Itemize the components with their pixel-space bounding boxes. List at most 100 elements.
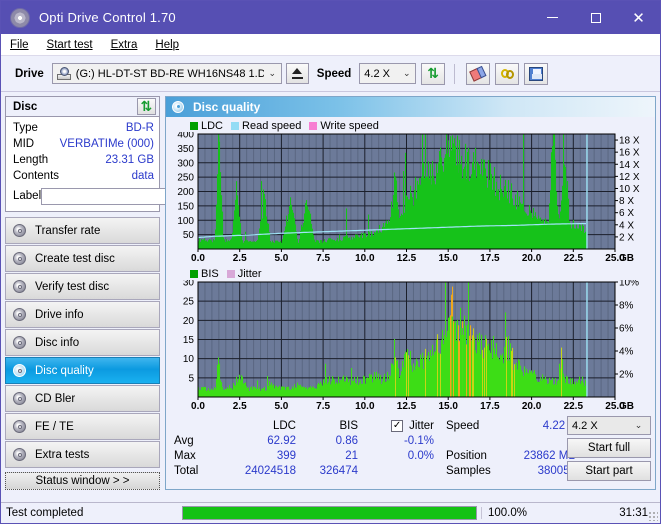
svg-text:0.0: 0.0: [191, 401, 205, 412]
menu-help[interactable]: Help: [155, 39, 179, 51]
speed-select[interactable]: 4.2 X ⌄: [359, 63, 417, 84]
sidebar-item-disc-quality[interactable]: Disc quality: [5, 357, 160, 384]
erase-button[interactable]: [466, 62, 491, 85]
toolbar-divider: [454, 63, 456, 84]
save-button[interactable]: [524, 62, 549, 85]
disc-icon: [12, 447, 28, 462]
svg-text:4 X: 4 X: [619, 220, 634, 231]
sidebar-item-drive-info[interactable]: Drive info: [5, 301, 160, 328]
sidebar-item-extra-tests[interactable]: Extra tests: [5, 441, 160, 468]
svg-text:200: 200: [177, 187, 194, 198]
menu-extra[interactable]: Extra: [111, 39, 138, 51]
speed-select-value: 4.2 X: [364, 67, 390, 80]
sidebar-item-label: Create test disc: [35, 252, 115, 265]
minimize-button[interactable]: [531, 1, 574, 34]
svg-text:16 X: 16 X: [619, 148, 640, 159]
svg-text:17.5: 17.5: [480, 401, 500, 412]
svg-text:150: 150: [177, 201, 194, 212]
resize-grip[interactable]: [648, 511, 658, 521]
main-body: Disc Type BD-R MID VERBATIMe (000) Lengt…: [1, 92, 660, 490]
svg-text:250: 250: [177, 173, 194, 184]
disc-contents-label: Contents: [13, 170, 60, 182]
svg-text:GB: GB: [619, 253, 634, 264]
speed-label: Speed: [316, 67, 352, 80]
svg-text:18 X: 18 X: [619, 136, 640, 147]
stats-max-ldc: 399: [276, 449, 296, 462]
menu-file[interactable]: File: [10, 39, 29, 51]
disc-icon: [12, 391, 28, 406]
progress-bar: [182, 506, 477, 520]
sidebar-item-cd-bler[interactable]: CD Bler: [5, 385, 160, 412]
svg-text:50: 50: [183, 230, 195, 241]
eraser-icon: [469, 65, 488, 82]
sidebar-item-transfer-rate[interactable]: Transfer rate: [5, 217, 160, 244]
action-buttons: 4.2 X ⌄ Start full Start part: [567, 416, 651, 481]
window-controls: ✕: [531, 1, 660, 34]
disc-mid-label: MID: [13, 138, 35, 150]
readout-samples-value: 380050: [537, 464, 576, 477]
stats-avg-bis: 0.86: [335, 434, 358, 447]
sidebar-item-create-test-disc[interactable]: Create test disc: [5, 245, 160, 272]
app-window: Opti Drive Control 1.70 ✕ File Start tes…: [0, 0, 661, 524]
start-part-button[interactable]: Start part: [567, 461, 651, 481]
disc-label-label: Label: [13, 190, 42, 202]
disc-quality-icon: [172, 100, 186, 114]
legend-read-speed: Read speed: [231, 120, 301, 132]
sidebar-item-verify-test-disc[interactable]: Verify test disc: [5, 273, 160, 300]
jitter-checkbox[interactable]: ✓: [391, 419, 404, 432]
stats-row-label: Max: [174, 449, 196, 462]
legend-swatch-write-speed: [309, 121, 318, 130]
sidebar-item-disc-info[interactable]: Disc info: [5, 329, 160, 356]
close-button[interactable]: ✕: [617, 1, 660, 34]
sidebar-item-fe-te[interactable]: FE / TE: [5, 413, 160, 440]
svg-text:6 X: 6 X: [619, 208, 634, 219]
eject-icon: [291, 68, 303, 79]
svg-text:350: 350: [177, 144, 194, 155]
svg-text:8 X: 8 X: [619, 196, 634, 207]
svg-text:25: 25: [183, 297, 195, 308]
sidebar-item-label: CD Bler: [35, 392, 76, 405]
link-icon: [500, 67, 515, 81]
drive-select-value: (G:) HL-DT-ST BD-RE WH16NS48 1.D3: [75, 67, 264, 80]
disc-panel-title: Disc: [13, 100, 38, 113]
readout-speed-label: Speed: [446, 419, 480, 432]
page-title: Disc quality: [193, 100, 261, 114]
disc-icon: [12, 223, 28, 238]
status-window-button[interactable]: Status window > >: [5, 472, 160, 490]
sidebar-item-label: FE / TE: [35, 420, 74, 433]
sidebar-item-label: Disc info: [35, 336, 80, 349]
write-speed-select[interactable]: 4.2 X ⌄: [567, 416, 651, 435]
jitter-toggle[interactable]: ✓ Jitter: [358, 419, 434, 432]
svg-text:22.5: 22.5: [564, 253, 584, 264]
readout-position-label: Position: [446, 449, 487, 462]
drive-icon: [56, 66, 73, 81]
svg-text:7.5: 7.5: [316, 253, 330, 264]
svg-text:7.5: 7.5: [316, 401, 330, 412]
start-full-button[interactable]: Start full: [567, 438, 651, 458]
legend-swatch-ldc: [190, 121, 198, 130]
disc-refresh-button[interactable]: [137, 98, 156, 115]
svg-text:14 X: 14 X: [619, 160, 640, 171]
bis-legend: BIS Jitter: [168, 267, 653, 280]
nav-list: Transfer rate Create test disc Verify te…: [5, 217, 160, 469]
legend-swatch-bis: [190, 269, 198, 278]
readout-position-value: 23862 MB: [523, 449, 576, 462]
disc-icon: [12, 251, 28, 266]
disc-icon: [12, 335, 28, 350]
svg-text:8%: 8%: [619, 301, 634, 312]
disc-info-list: Type BD-R MID VERBATIMe (000) Length 23.…: [6, 117, 244, 211]
link-button[interactable]: [495, 62, 520, 85]
disc-quality-pane: Disc quality LDC Read speed Write speed …: [165, 96, 656, 490]
chart1-svg: 501001502002503003504002 X4 X6 X8 X10 X1…: [177, 130, 640, 265]
stats-avg-jitter: -0.1%: [403, 434, 434, 447]
ldc-chart: 50 100 150 200 250 300 350 400 2 X4 X6 X8 X 10 X1…: [168, 130, 653, 266]
menu-file-label: File: [10, 38, 29, 51]
refresh-button[interactable]: [421, 62, 446, 85]
drive-select[interactable]: (G:) HL-DT-ST BD-RE WH16NS48 1.D3 ⌄: [51, 63, 282, 84]
menu-start-test[interactable]: Start test: [47, 39, 93, 51]
maximize-button[interactable]: [574, 1, 617, 34]
stats-col-ldc: LDC: [272, 419, 296, 432]
svg-text:20: 20: [183, 316, 195, 327]
svg-text:22.5: 22.5: [564, 401, 584, 412]
eject-button[interactable]: [285, 63, 309, 84]
